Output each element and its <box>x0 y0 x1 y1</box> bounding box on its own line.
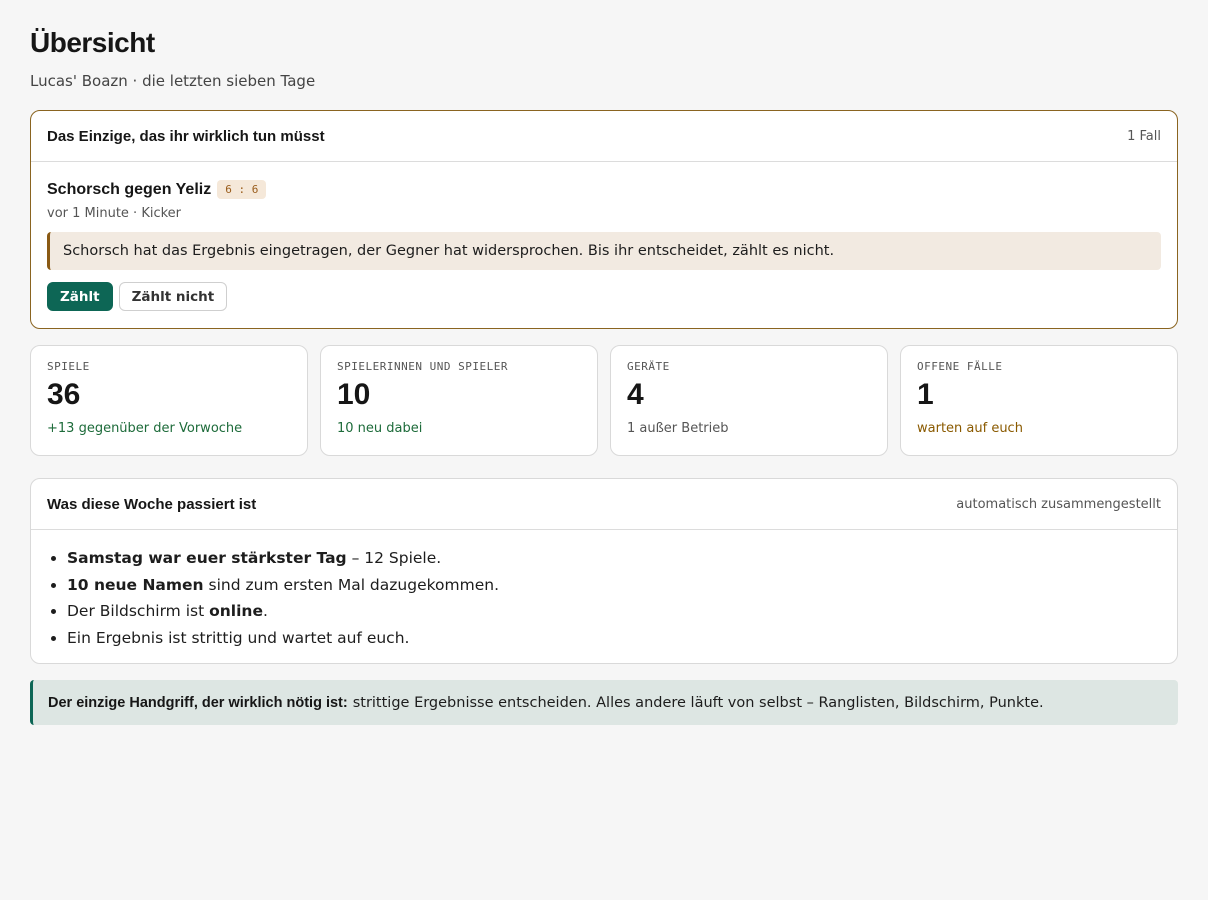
stat-value: 4 <box>627 378 644 411</box>
dispute-note: Schorsch hat das Ergebnis eingetragen, d… <box>47 232 1161 270</box>
page-subtitle: Lucas' Boazn · die letzten sieben Tage <box>30 72 316 90</box>
stat-note: 1 außer Betrieb <box>627 421 729 436</box>
hint-strong: Der einzige Handgriff, der wirklich nöti… <box>48 694 348 711</box>
case-item: Schorsch gegen Yeliz 6 : 6 vor 1 Minute … <box>31 180 1177 311</box>
open-case-title: Das Einzige, das ihr wirklich tun müsst <box>47 127 325 145</box>
stat-label: SPIELERINNEN UND SPIELER <box>337 360 508 373</box>
weekly-summary-meta: automatisch zusammengestellt <box>956 496 1161 512</box>
stat-value: 36 <box>47 378 81 411</box>
stat-card-games: SPIELE 36 +13 gegenüber der Vorwoche <box>30 345 308 456</box>
open-case-header: Das Einzige, das ihr wirklich tun müsst … <box>31 111 1177 162</box>
hint-banner: Der einzige Handgriff, der wirklich nöti… <box>30 680 1178 725</box>
open-case-count: 1 Fall <box>1127 128 1161 144</box>
reject-result-button[interactable]: Zählt nicht <box>118 282 228 311</box>
case-match-name: Schorsch gegen Yeliz <box>47 180 212 198</box>
open-case-card: Das Einzige, das ihr wirklich tun müsst … <box>30 110 1178 329</box>
stat-note: 10 neu dabei <box>337 421 423 436</box>
stat-card-players: SPIELERINNEN UND SPIELER 10 10 neu dabei <box>320 345 598 456</box>
stat-value: 10 <box>337 378 371 411</box>
case-heading: Schorsch gegen Yeliz 6 : 6 <box>47 180 1161 199</box>
stat-card-open-cases: OFFENE FÄLLE 1 warten auf euch <box>900 345 1178 456</box>
hint-text: strittige Ergebnisse entscheiden. Alles … <box>352 694 1044 711</box>
stat-card-devices: GERÄTE 4 1 außer Betrieb <box>610 345 888 456</box>
stat-label: GERÄTE <box>627 360 670 373</box>
stat-note: +13 gegenüber der Vorwoche <box>47 421 243 436</box>
weekly-summary-card: Was diese Woche passiert ist automatisch… <box>30 478 1178 664</box>
stat-value: 1 <box>917 378 934 411</box>
list-item-text: . <box>262 602 268 620</box>
stat-note: warten auf euch <box>917 421 1023 436</box>
list-item-text: Ein Ergebnis ist strittig und wartet auf… <box>67 628 410 647</box>
list-item: 10 neue Namen sind zum ersten Mal dazuge… <box>67 572 1161 599</box>
case-actions: Zählt Zählt nicht <box>47 282 1161 311</box>
list-item-highlight: 10 neue Namen <box>67 575 204 594</box>
stat-label: SPIELE <box>47 360 90 373</box>
stats-row: SPIELE 36 +13 gegenüber der Vorwoche SPI… <box>30 345 1178 456</box>
list-item-text: Der Bildschirm ist <box>67 602 210 620</box>
weekly-summary-title: Was diese Woche passiert ist <box>47 495 257 513</box>
list-item-text: – 12 Spiele. <box>346 549 442 567</box>
accept-result-button[interactable]: Zählt <box>47 282 113 311</box>
list-item: Der Bildschirm ist online. <box>67 598 1161 625</box>
weekly-summary-list: Samstag war euer stärkster Tag – 12 Spie… <box>31 530 1177 651</box>
list-item-highlight: Samstag war euer stärkster Tag <box>67 549 347 567</box>
stat-label: OFFENE FÄLLE <box>917 360 1003 373</box>
list-item-text: sind zum ersten Mal dazugekommen. <box>203 575 499 594</box>
case-meta: vor 1 Minute · Kicker <box>47 206 182 221</box>
score-badge: 6 : 6 <box>217 180 267 199</box>
list-item: Samstag war euer stärkster Tag – 12 Spie… <box>67 545 1161 572</box>
list-item-highlight: online <box>209 602 263 620</box>
weekly-summary-header: Was diese Woche passiert ist automatisch… <box>31 479 1177 530</box>
list-item: Ein Ergebnis ist strittig und wartet auf… <box>67 625 1161 652</box>
page-title: Übersicht <box>30 27 155 58</box>
